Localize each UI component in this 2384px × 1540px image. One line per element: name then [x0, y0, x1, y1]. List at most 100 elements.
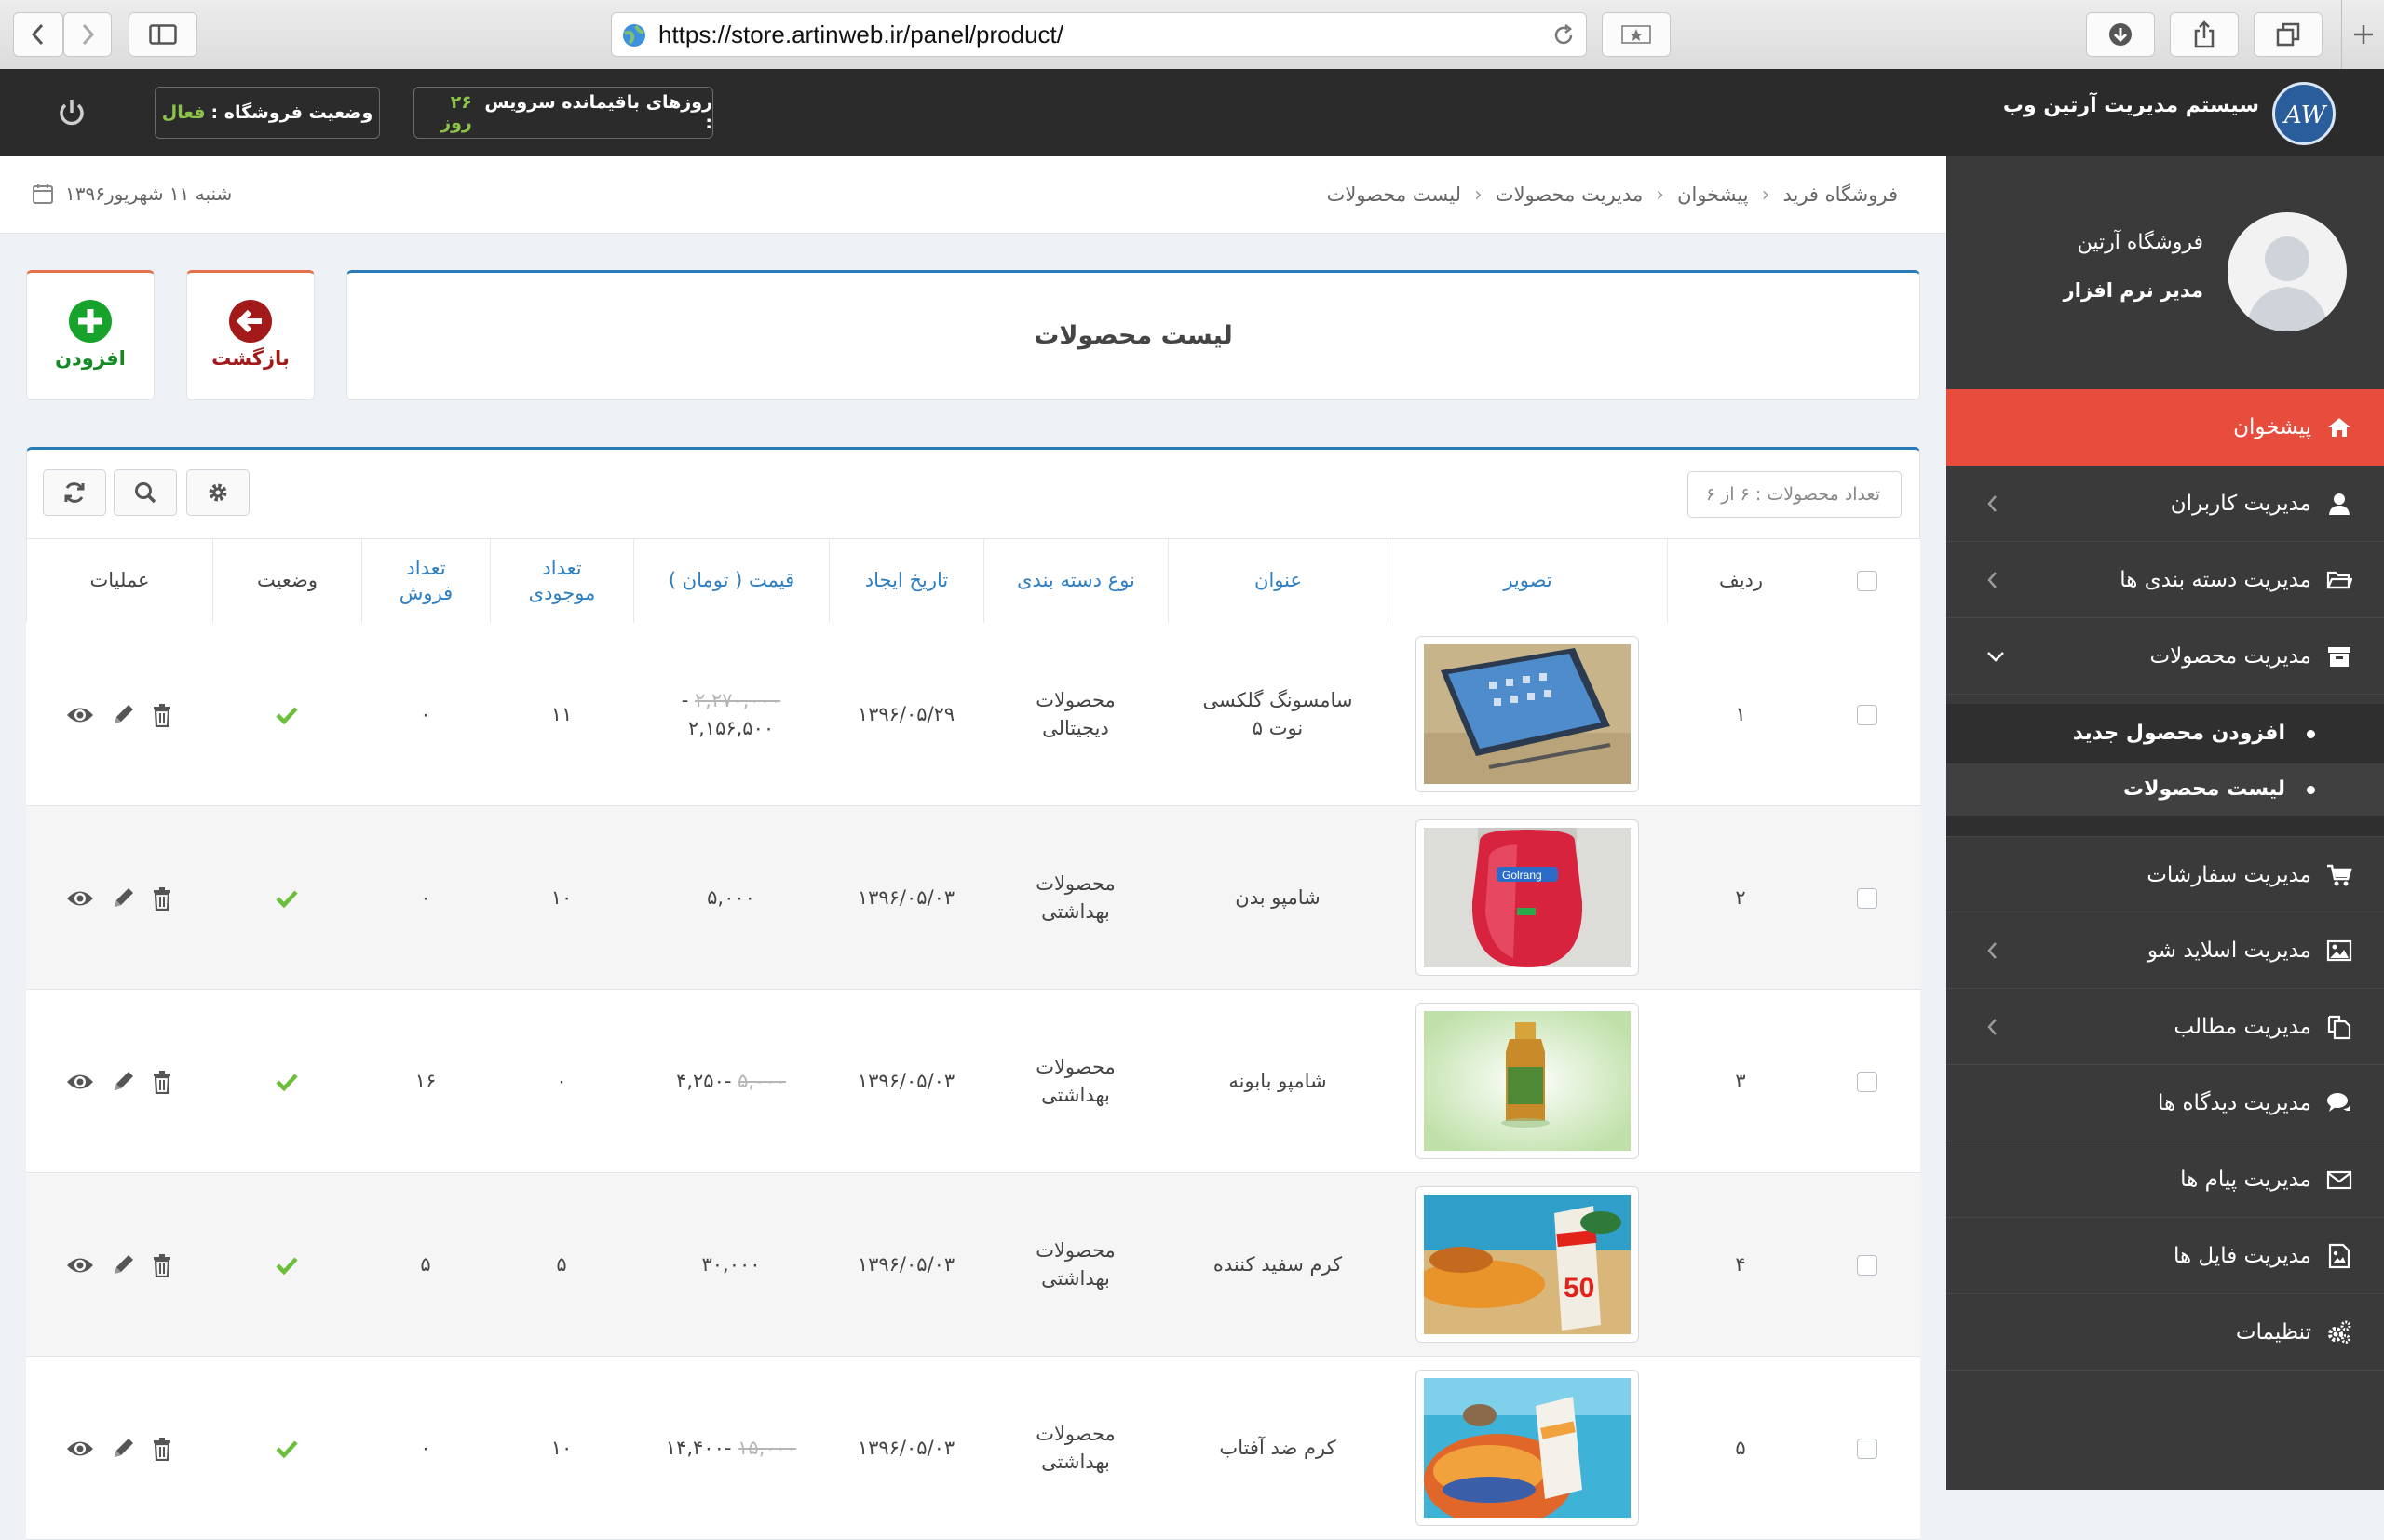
- submenu-add-product[interactable]: افزودن محصول جدید: [1946, 708, 2384, 760]
- check-icon[interactable]: [275, 705, 299, 725]
- submenu-product-list[interactable]: لیست محصولات: [1946, 763, 2384, 816]
- col-header-category[interactable]: نوع دسته بندی: [983, 539, 1168, 623]
- user-icon: [2329, 493, 2350, 515]
- sidebar-item-articles[interactable]: مدیریت مطالب: [1946, 989, 2384, 1065]
- product-thumbnail[interactable]: Golrang: [1416, 819, 1639, 976]
- sidebar-item-files[interactable]: مدیریت فایل ها: [1946, 1218, 2384, 1294]
- product-thumbnail[interactable]: [1416, 636, 1639, 792]
- reload-icon[interactable]: [1551, 22, 1577, 48]
- settings-button[interactable]: [186, 469, 250, 516]
- row-select-cell: [1814, 990, 1920, 1173]
- check-icon[interactable]: [275, 1255, 299, 1276]
- artinweb-logo[interactable]: AW: [2272, 82, 2336, 145]
- url-text: https://store.artinweb.ir/panel/product/: [658, 20, 1064, 48]
- col-header-stock[interactable]: تعداد موجودی: [490, 539, 633, 623]
- pencil-icon[interactable]: [111, 886, 135, 911]
- eye-icon[interactable]: [66, 1255, 94, 1276]
- bookmark-button[interactable]: [1602, 12, 1671, 57]
- sidebar-item-products[interactable]: مدیریت محصولات: [1946, 618, 2384, 695]
- eye-icon[interactable]: [66, 1072, 94, 1092]
- breadcrumb-store[interactable]: فروشگاه فرید: [1782, 183, 1898, 206]
- phone-image: [1424, 644, 1631, 784]
- table-header: ردیف تصویر عنوان نوع دسته بندی تاریخ ایج…: [26, 538, 1920, 624]
- pencil-icon[interactable]: [111, 1070, 135, 1094]
- comments-icon: [2327, 1093, 2350, 1112]
- tabs-button[interactable]: [2254, 12, 2323, 57]
- row-number: ۴: [1735, 1252, 1746, 1276]
- row-checkbox[interactable]: [1857, 1071, 1877, 1092]
- trash-icon[interactable]: [152, 1437, 172, 1461]
- breadcrumb-dashboard[interactable]: پیشخوان: [1677, 183, 1749, 206]
- back-button[interactable]: بازگشت: [186, 270, 315, 400]
- product-thumbnail[interactable]: [1416, 1003, 1639, 1159]
- trash-icon[interactable]: [152, 1070, 172, 1094]
- product-status: [212, 623, 361, 806]
- sidebar-item-dashboard[interactable]: پیشخوان: [1946, 389, 2384, 466]
- chevron-left-icon: [1987, 572, 1997, 588]
- shampoo-bottle-image: Golrang: [1424, 828, 1631, 967]
- share-icon: [2194, 20, 2215, 48]
- submenu-label: افزودن محصول جدید: [2072, 722, 2285, 745]
- product-date: ۱۳۹۶/۰۵/۰۳: [857, 1436, 955, 1459]
- file-image-icon: [2328, 1243, 2350, 1269]
- check-icon[interactable]: [275, 1072, 299, 1092]
- breadcrumb: فروشگاه فرید ‹ پیشخوان ‹ مدیریت محصولات …: [1327, 156, 1898, 233]
- star-icon: [1621, 25, 1651, 44]
- row-checkbox[interactable]: [1857, 1438, 1877, 1459]
- row-checkbox[interactable]: [1857, 704, 1877, 725]
- col-header-status[interactable]: وضعیت: [212, 539, 361, 623]
- pencil-icon[interactable]: [111, 1437, 135, 1461]
- trash-icon[interactable]: [152, 703, 172, 727]
- row-operations: [26, 806, 212, 990]
- col-header-image[interactable]: تصویر: [1388, 539, 1667, 623]
- col-header-row[interactable]: ردیف: [1667, 539, 1814, 623]
- sidebar-item-settings[interactable]: تنظیمات: [1946, 1294, 2384, 1371]
- product-title: سامسونگ گلکسی نوت ۵: [1202, 689, 1353, 739]
- product-status: [212, 1357, 361, 1540]
- forward-nav-button[interactable]: [63, 12, 112, 57]
- refresh-button[interactable]: [43, 469, 106, 516]
- sidebar-item-slideshow[interactable]: مدیریت اسلاید شو: [1946, 912, 2384, 989]
- product-category: محصولات بهداشتی: [1036, 872, 1116, 923]
- sidebar-item-messages[interactable]: مدیریت پیام ها: [1946, 1141, 2384, 1218]
- downloads-button[interactable]: [2086, 12, 2155, 57]
- back-nav-button[interactable]: [13, 12, 63, 57]
- search-button[interactable]: [114, 469, 177, 516]
- power-icon[interactable]: [56, 97, 88, 128]
- sidebar-item-comments[interactable]: مدیریت دیدگاه ها: [1946, 1065, 2384, 1141]
- check-icon[interactable]: [275, 1439, 299, 1459]
- product-thumbnail[interactable]: [1416, 1370, 1639, 1526]
- col-header-title[interactable]: عنوان: [1168, 539, 1388, 623]
- address-bar[interactable]: https://store.artinweb.ir/panel/product/: [611, 12, 1587, 57]
- select-all-checkbox[interactable]: [1857, 571, 1877, 591]
- trash-icon[interactable]: [152, 886, 172, 911]
- sidebar-item-label: مدیریت کاربران: [2170, 492, 2311, 516]
- archive-icon: [2328, 647, 2350, 667]
- pencil-icon[interactable]: [111, 1253, 135, 1277]
- breadcrumb-products[interactable]: مدیریت محصولات: [1496, 183, 1643, 206]
- product-status: [212, 990, 361, 1173]
- col-header-created[interactable]: تاریخ ایجاد: [829, 539, 983, 623]
- sidebar-item-categories[interactable]: مدیریت دسته بندی ها: [1946, 542, 2384, 618]
- sidebar-toggle-button[interactable]: [129, 12, 197, 57]
- row-checkbox[interactable]: [1857, 887, 1877, 909]
- col-header-sales[interactable]: تعداد فروش: [361, 539, 490, 623]
- product-thumbnail[interactable]: 50: [1416, 1186, 1639, 1343]
- col-header-price[interactable]: قیمت ( تومان ): [633, 539, 829, 623]
- eye-icon[interactable]: [66, 1439, 94, 1459]
- row-checkbox[interactable]: [1857, 1254, 1877, 1276]
- sidebar-item-users[interactable]: مدیریت کاربران: [1946, 466, 2384, 542]
- svg-text:50: 50: [1564, 1273, 1594, 1304]
- globe-icon: [623, 24, 645, 47]
- share-button[interactable]: [2170, 12, 2239, 57]
- pencil-icon[interactable]: [111, 703, 135, 727]
- table-row: ۱ سامسونگ گلکسی نوت ۵ محصولات دیجیتالی ۱…: [26, 623, 1920, 806]
- back-label: بازگشت: [211, 347, 290, 370]
- sidebar-item-orders[interactable]: مدیریت سفارشات: [1946, 836, 2384, 912]
- eye-icon[interactable]: [66, 705, 94, 725]
- new-tab-button[interactable]: [2341, 0, 2384, 69]
- trash-icon[interactable]: [152, 1253, 172, 1277]
- eye-icon[interactable]: [66, 888, 94, 909]
- check-icon[interactable]: [275, 888, 299, 909]
- add-product-button[interactable]: افزودن: [26, 270, 155, 400]
